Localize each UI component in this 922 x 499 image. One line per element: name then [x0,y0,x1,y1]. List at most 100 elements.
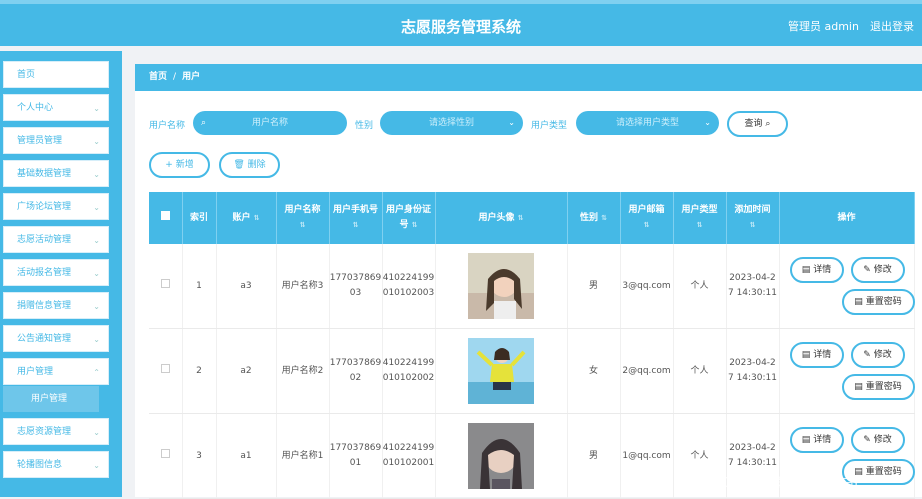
chevron-down-icon: ⌄ [93,335,100,344]
sidebar-subitem-users[interactable]: 用户管理 [3,386,99,412]
add-button[interactable]: + 新增 [149,152,210,178]
top-bar: 志愿服务管理系统 管理员 admin 退出登录 [0,0,922,46]
document-icon: ▤ [854,382,863,392]
name-search-input[interactable]: ⌕ 用户名称 [193,111,347,135]
row-checkbox[interactable] [149,413,183,499]
sort-icon[interactable]: ⇅ [750,221,756,229]
avatar [468,338,534,404]
app-title: 志愿服务管理系统 [400,18,521,36]
chevron-down-icon: ⌄ [704,118,711,127]
sort-icon[interactable]: ⇅ [601,214,607,222]
cell-index: 3 [182,413,217,499]
sidebar-item-signup[interactable]: 活动报名管理 ⌄ [3,259,109,286]
row-checkbox[interactable] [149,244,183,329]
table-header-row: 索引 账户 ⇅ 用户名称 ⇅ 用户手机号 ⇅ 用户身份证号 ⇅ 用户头像 ⇅ 性别… [149,192,915,244]
sort-icon[interactable]: ⇅ [412,221,418,229]
cell-gender: 男 [567,244,621,329]
col-avatar[interactable]: 用户头像 ⇅ [435,192,568,244]
gender-select[interactable]: 请选择性别 ⌄ [380,111,523,135]
admin-user[interactable]: 管理员 admin [788,18,859,34]
edit-button[interactable]: ✎ 修改 [850,257,905,283]
chevron-down-icon: ⌄ [93,269,100,278]
query-button[interactable]: 查询 ⌕ [727,111,788,137]
pencil-icon: ✎ [863,265,871,275]
col-gender[interactable]: 性别 ⇅ [567,192,621,244]
table-row: 1 a3 用户名称3 17703786903 41022419901010200… [149,244,915,329]
col-type[interactable]: 用户类型 ⇅ [673,192,727,244]
breadcrumb-current: 用户 [182,72,201,82]
sidebar-item-basic-data[interactable]: 基础数据管理 ⌄ [3,160,109,187]
sort-icon[interactable]: ⇅ [644,221,650,229]
sort-icon[interactable]: ⇅ [300,221,306,229]
pencil-icon: ✎ [863,435,871,445]
col-phone[interactable]: 用户手机号 ⇅ [329,192,383,244]
detail-button[interactable]: ▤ 详情 [789,342,844,368]
sidebar-item-users[interactable]: 用户管理 ⌃ [3,358,109,385]
select-all-checkbox[interactable] [149,192,183,244]
cell-name: 用户名称1 [276,413,330,499]
cell-gender: 男 [567,413,621,499]
col-email[interactable]: 用户邮箱 ⇅ [620,192,674,244]
sidebar-item-profile[interactable]: 个人中心 ⌄ [3,94,109,121]
sort-icon[interactable]: ⇅ [697,221,703,229]
detail-button[interactable]: ▤ 详情 [789,427,844,453]
sidebar-item-activity[interactable]: 志愿活动管理 ⌄ [3,226,109,253]
cell-gender: 女 [567,328,621,414]
logout-link[interactable]: 退出登录 [870,18,914,34]
cell-phone: 17703786902 [329,328,383,414]
col-name[interactable]: 用户名称 ⇅ [276,192,330,244]
cell-type: 个人 [673,244,727,329]
name-label: 用户名称 [149,121,186,131]
cell-avatar [435,328,568,414]
watermark: CSDN @爱编程的小白L [722,476,862,491]
sidebar-item-admin[interactable]: 管理员管理 ⌄ [3,127,109,154]
chevron-down-icon: ⌄ [93,428,100,437]
cell-index: 1 [182,244,217,329]
sidebar-item-forum[interactable]: 广场论坛管理 ⌄ [3,193,109,220]
sidebar-item-home[interactable]: 首页 [3,61,109,88]
edit-button[interactable]: ✎ 修改 [850,427,905,453]
chevron-down-icon: ⌄ [93,461,100,470]
reset-password-button[interactable]: ▤ 重置密码 [841,374,915,400]
avatar [468,253,534,319]
main-panel: 首页 / 用户 用户名称 ⌕ 用户名称 性别 请选择性别 ⌄ 用户类型 请选择用户类… [135,64,922,499]
document-icon: ▤ [801,435,811,445]
sort-icon[interactable]: ⇅ [254,214,260,222]
col-index: 索引 [182,192,217,244]
sidebar-item-resources[interactable]: 志愿资源管理 ⌄ [3,418,109,445]
avatar [468,423,534,489]
search-icon: ⌕ [201,118,207,128]
cell-email: 3@qq.com [620,244,674,329]
cell-idcard: 410224199010102002 [382,328,436,414]
cell-ops: ▤ 详情 ✎ 修改 ▤ 重置密码 [779,328,915,414]
detail-button[interactable]: ▤ 详情 [789,257,844,283]
sidebar-item-carousel[interactable]: 轮播图信息 ⌄ [3,451,109,478]
cell-avatar [435,413,568,499]
col-idcard[interactable]: 用户身份证号 ⇅ [382,192,436,244]
breadcrumb-home[interactable]: 首页 [149,72,167,82]
pencil-icon: ✎ [863,350,871,360]
cell-time: 2023-04-27 14:30:11 [726,244,780,329]
cell-name: 用户名称2 [276,328,330,414]
sidebar-item-notice[interactable]: 公告通知管理 ⌄ [3,325,109,352]
reset-password-button[interactable]: ▤ 重置密码 [841,289,915,315]
chevron-down-icon: ⌄ [93,137,100,146]
cell-avatar [435,244,568,329]
edit-button[interactable]: ✎ 修改 [850,342,905,368]
users-table: 索引 账户 ⇅ 用户名称 ⇅ 用户手机号 ⇅ 用户身份证号 ⇅ 用户头像 ⇅ 性别… [149,192,915,499]
row-checkbox[interactable] [149,328,183,414]
sidebar-item-donation[interactable]: 捐赠信息管理 ⌄ [3,292,109,319]
col-account[interactable]: 账户 ⇅ [216,192,277,244]
cell-idcard: 410224199010102003 [382,244,436,329]
chevron-down-icon: ⌄ [93,170,100,179]
sort-icon[interactable]: ⇅ [518,214,524,222]
search-icon: ⌕ [765,119,771,129]
cell-phone: 17703786901 [329,413,383,499]
cell-email: 1@qq.com [620,413,674,499]
delete-button[interactable]: 🗑 删除 [219,152,280,178]
cell-phone: 17703786903 [329,244,383,329]
sort-icon[interactable]: ⇅ [353,221,359,229]
document-icon: ▤ [854,297,863,307]
col-time[interactable]: 添加时间 ⇅ [726,192,780,244]
type-select[interactable]: 请选择用户类型 ⌄ [576,111,719,135]
